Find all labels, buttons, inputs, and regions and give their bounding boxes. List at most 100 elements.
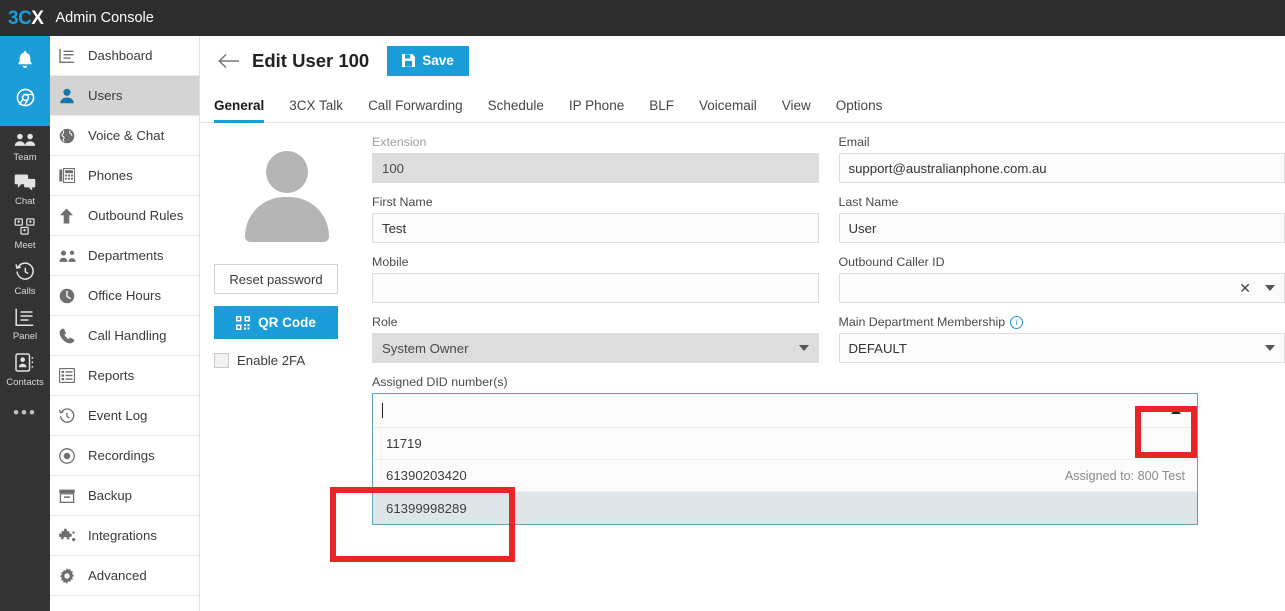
did-option-assigned-to: Assigned to: 800 Test xyxy=(1064,468,1185,483)
clear-x-icon[interactable]: ✕ xyxy=(1239,280,1251,297)
sidebar-item-label: Users xyxy=(88,88,123,103)
backup-icon xyxy=(59,489,81,503)
assigned-did-input[interactable] xyxy=(373,394,1197,427)
info-icon[interactable]: i xyxy=(1010,316,1024,330)
profile-column: Reset password QR Code Enable 2FA xyxy=(214,135,359,525)
sidebar-item-label: Backup xyxy=(88,488,132,503)
calls-icon xyxy=(14,262,36,284)
phone-device-icon xyxy=(59,168,81,183)
chevron-down-icon xyxy=(798,345,809,351)
save-button-label: Save xyxy=(422,53,454,68)
qr-code-button[interactable]: QR Code xyxy=(214,306,338,339)
tab-3cx-talk[interactable]: 3CX Talk xyxy=(289,98,343,122)
did-option[interactable]: 11719 xyxy=(373,428,1197,461)
chevron-down-icon[interactable] xyxy=(1265,345,1275,352)
first-name-input[interactable]: Test xyxy=(372,213,819,243)
main-department-label: Main Department Membership i xyxy=(838,315,1285,330)
rail-item-label: Meet xyxy=(14,240,36,251)
reset-password-button[interactable]: Reset password xyxy=(214,264,338,294)
sidebar-item-label: Event Log xyxy=(88,408,148,423)
tab-call-forwarding[interactable]: Call Forwarding xyxy=(368,98,463,122)
bell-icon[interactable] xyxy=(14,49,36,76)
sidebar-item-departments[interactable]: Departments xyxy=(50,236,199,276)
did-option[interactable]: 61390203420 Assigned to: 800 Test xyxy=(373,460,1197,493)
rail-item-panel[interactable]: Panel xyxy=(0,302,50,347)
rail-more-button[interactable]: ••• xyxy=(0,393,50,423)
field-last-name: Last Name User xyxy=(838,195,1285,243)
user-icon xyxy=(59,88,81,104)
departments-icon xyxy=(59,249,81,263)
assigned-did-toggle-button[interactable] xyxy=(1161,394,1191,427)
sidebar-item-reports[interactable]: Reports xyxy=(50,356,199,396)
enable-2fa-checkbox[interactable]: Enable 2FA xyxy=(214,353,359,368)
last-name-input[interactable]: User xyxy=(838,213,1285,243)
tab-voicemail[interactable]: Voicemail xyxy=(699,98,757,122)
team-icon xyxy=(14,132,36,150)
chevron-down-icon[interactable] xyxy=(1265,285,1275,291)
sidebar-item-office-hours[interactable]: Office Hours xyxy=(50,276,199,316)
qr-code-button-label: QR Code xyxy=(258,315,316,330)
browser-icon[interactable] xyxy=(15,87,36,113)
role-value: System Owner xyxy=(382,340,469,356)
sidebar-item-label: Voice & Chat xyxy=(88,128,165,143)
mobile-input[interactable] xyxy=(372,273,819,303)
dashboard-icon xyxy=(59,48,81,63)
sidebar-item-label: Reports xyxy=(88,368,135,383)
back-arrow-icon[interactable] xyxy=(214,46,244,76)
tab-blf[interactable]: BLF xyxy=(649,98,674,122)
arrow-up-icon xyxy=(59,208,81,224)
main-department-label-text: Main Department Membership xyxy=(838,315,1006,329)
sidebar-item-label: Recordings xyxy=(88,448,155,463)
field-outbound-caller-id: Outbound Caller ID ✕ xyxy=(838,255,1285,303)
rail-item-meet[interactable]: Meet xyxy=(0,212,50,256)
rail-item-chat[interactable]: Chat xyxy=(0,168,50,212)
tab-general[interactable]: General xyxy=(214,98,265,123)
rail-item-label: Panel xyxy=(12,331,38,342)
sidebar-item-outbound-rules[interactable]: Outbound Rules xyxy=(50,196,199,236)
sidebar-item-dashboard[interactable]: Dashboard xyxy=(50,36,199,76)
field-email: Email support@australianphone.com.au xyxy=(838,135,1285,183)
extension-input: 100 xyxy=(372,153,819,183)
sidebar-nav: Dashboard Users Voice & Chat Phones Outb xyxy=(50,36,200,611)
sidebar-item-recordings[interactable]: Recordings xyxy=(50,436,199,476)
tab-ip-phone[interactable]: IP Phone xyxy=(569,98,624,122)
avatar-head xyxy=(265,151,308,193)
form-row-4: Role System Owner Main Department Member… xyxy=(372,315,1285,374)
sidebar-item-call-handling[interactable]: Call Handling xyxy=(50,316,199,356)
top-bar: 3CX Admin Console xyxy=(0,0,1285,36)
handset-icon xyxy=(59,328,81,344)
sidebar-item-backup[interactable]: Backup xyxy=(50,476,199,516)
tab-schedule[interactable]: Schedule xyxy=(488,98,544,122)
sidebar-item-label: Call Handling xyxy=(88,328,167,343)
outbound-caller-id-label: Outbound Caller ID xyxy=(838,255,945,269)
chat-icon xyxy=(14,174,36,194)
save-button[interactable]: Save xyxy=(387,45,469,76)
sidebar-item-advanced[interactable]: Advanced xyxy=(50,556,199,596)
sidebar-item-phones[interactable]: Phones xyxy=(50,156,199,196)
did-option[interactable]: 61399998289 xyxy=(373,492,1197,525)
sidebar-item-integrations[interactable]: Integrations xyxy=(50,516,199,556)
rail-item-contacts[interactable]: Contacts xyxy=(0,347,50,393)
tab-options[interactable]: Options xyxy=(836,98,883,122)
last-name-label: Last Name xyxy=(838,195,899,209)
did-option-number: 61399998289 xyxy=(386,500,467,516)
logo-text-3c: 3C xyxy=(8,7,32,29)
sidebar-item-event-log[interactable]: Event Log xyxy=(50,396,199,436)
sidebar-item-users[interactable]: Users xyxy=(50,76,199,116)
email-input[interactable]: support@australianphone.com.au xyxy=(838,153,1285,183)
outbound-caller-id-select[interactable]: ✕ xyxy=(838,273,1285,303)
first-name-label: First Name xyxy=(372,195,433,209)
sidebar-item-voice-chat[interactable]: Voice & Chat xyxy=(50,116,199,156)
main-department-select[interactable]: DEFAULT xyxy=(838,333,1285,364)
rail-item-calls[interactable]: Calls xyxy=(0,256,50,302)
admin-console-page: 3CX Admin Console Team Chat Meet Calls P… xyxy=(0,0,1285,611)
panel-icon xyxy=(15,308,35,329)
field-first-name: First Name Test xyxy=(372,195,819,243)
rail-item-team[interactable]: Team xyxy=(0,126,50,168)
gear-icon xyxy=(59,567,81,584)
form-body: Reset password QR Code Enable 2FA Extens… xyxy=(200,123,1285,526)
page-header: Edit User 100 Save xyxy=(200,36,1285,85)
logo-text-x: X xyxy=(31,7,44,29)
icon-rail: Team Chat Meet Calls Panel Contacts ••• xyxy=(0,36,50,611)
tab-view[interactable]: View xyxy=(782,98,811,122)
